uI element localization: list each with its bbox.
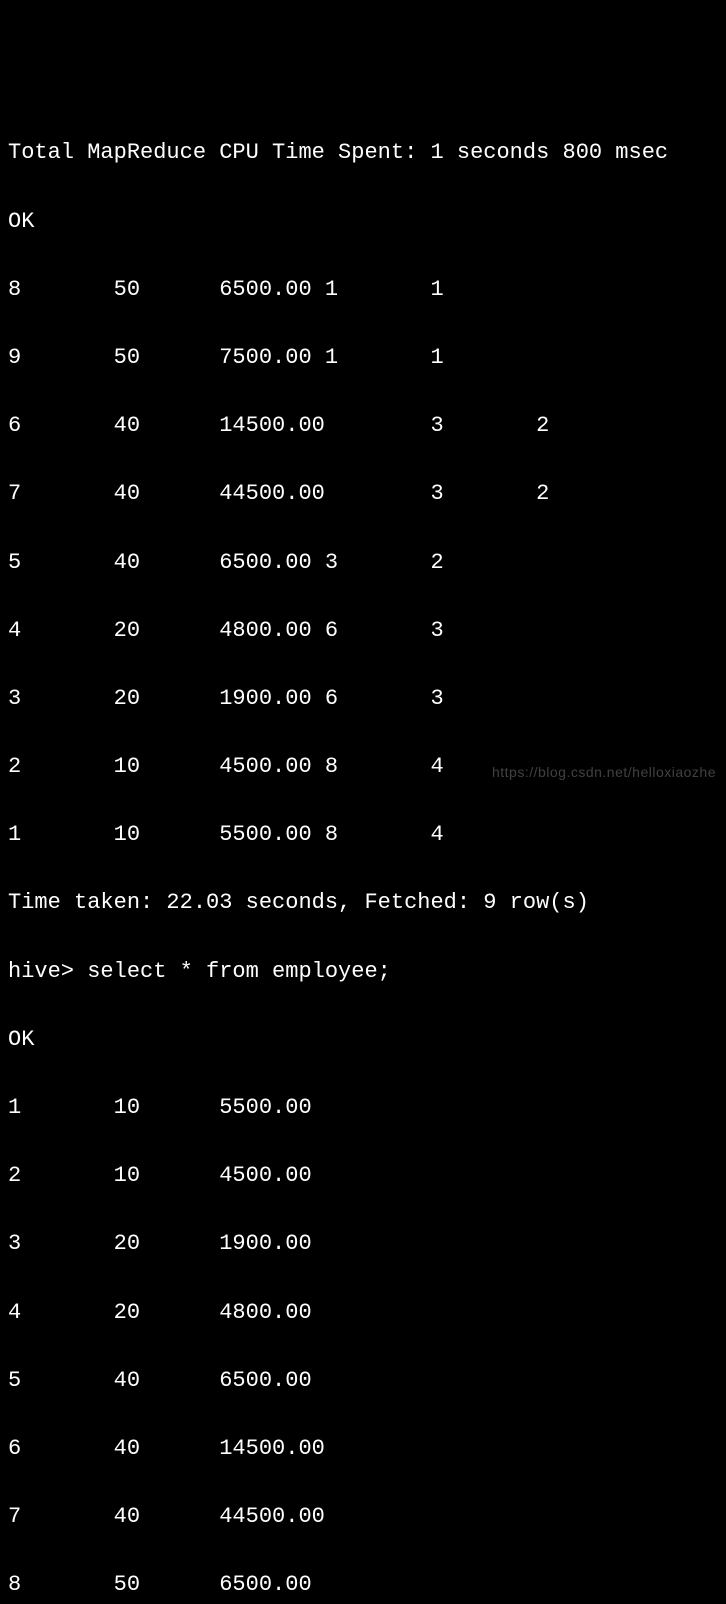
status-ok: OK	[8, 1023, 718, 1057]
result-row: 7 40 44500.00	[8, 1500, 718, 1534]
result-row: 5 40 6500.00	[8, 1364, 718, 1398]
result-row: 7 40 44500.00 3 2	[8, 477, 718, 511]
result-row: 6 40 14500.00	[8, 1432, 718, 1466]
result-row: 4 20 4800.00 6 3	[8, 614, 718, 648]
result-row: 8 50 6500.00	[8, 1568, 718, 1602]
result-row: 1 10 5500.00 8 4	[8, 818, 718, 852]
result-row: 1 10 5500.00	[8, 1091, 718, 1125]
result-row: 9 50 7500.00 1 1	[8, 341, 718, 375]
result-row: 4 20 4800.00	[8, 1296, 718, 1330]
result-row: 2 10 4500.00	[8, 1159, 718, 1193]
result-row: 6 40 14500.00 3 2	[8, 409, 718, 443]
result-row: 8 50 6500.00 1 1	[8, 273, 718, 307]
watermark-text: https://blog.csdn.net/helloxiaozhe	[492, 762, 716, 784]
time-taken-line: Time taken: 22.03 seconds, Fetched: 9 ro…	[8, 886, 718, 920]
result-row: 3 20 1900.00	[8, 1227, 718, 1261]
result-row: 3 20 1900.00 6 3	[8, 682, 718, 716]
mapreduce-summary-line: Total MapReduce CPU Time Spent: 1 second…	[8, 136, 718, 170]
result-row: 5 40 6500.00 3 2	[8, 546, 718, 580]
status-ok: OK	[8, 205, 718, 239]
hive-prompt-line[interactable]: hive> select * from employee;	[8, 955, 718, 989]
